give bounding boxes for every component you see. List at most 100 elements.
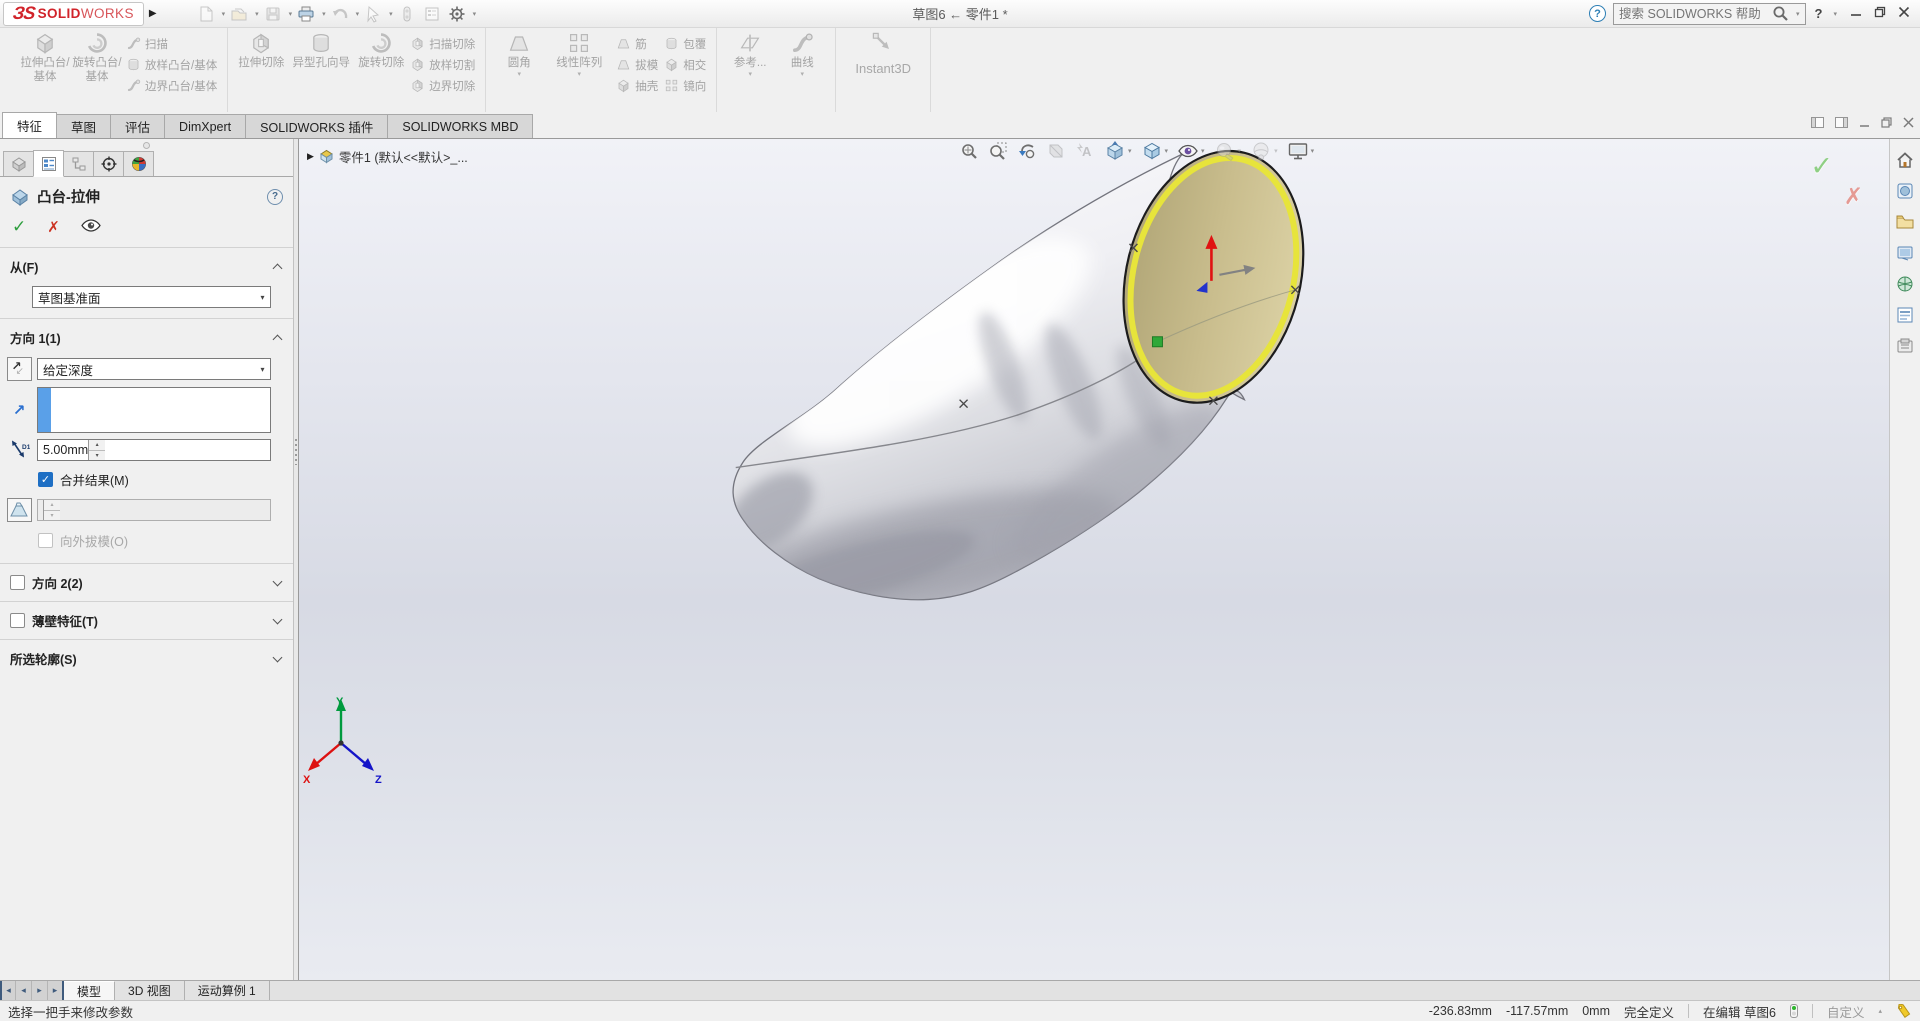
display-style-icon[interactable]: ▾ <box>1141 141 1169 161</box>
tab-mbd[interactable]: SOLIDWORKS MBD <box>387 114 534 138</box>
new-document-caret[interactable]: ▾ <box>222 10 226 18</box>
custom-properties-icon[interactable] <box>1894 335 1916 357</box>
tab-evaluate[interactable]: 评估 <box>110 114 166 138</box>
flyout-expand-icon[interactable]: ▶ <box>307 151 314 162</box>
edit-appearance-icon[interactable]: ▾ <box>1214 141 1242 161</box>
revolved-boss-button[interactable]: 旋转凸台/基体 <box>72 31 122 84</box>
tab-model[interactable]: 模型 <box>64 981 116 1000</box>
linear-pattern-button[interactable]: 线性阵列 ▾ <box>546 31 612 79</box>
swept-cut-button[interactable]: 扫描切除 <box>410 34 475 53</box>
mirror-button[interactable]: 镜向 <box>664 76 706 95</box>
view-palette-icon[interactable] <box>1894 273 1916 295</box>
apply-scene-caret[interactable]: ▾ <box>1274 147 1278 155</box>
confirmation-corner-cancel[interactable]: ✗ <box>1844 183 1863 210</box>
draft-toggle-button[interactable] <box>6 498 32 522</box>
doc-close-icon[interactable] <box>1903 117 1914 128</box>
section-thin-feature[interactable]: 薄壁特征(T) <box>0 602 293 637</box>
new-document-icon[interactable] <box>195 4 217 24</box>
doc-minimize-icon[interactable] <box>1859 117 1870 128</box>
hole-wizard-button[interactable]: 异型孔向导 <box>288 31 354 71</box>
tab-addins[interactable]: SOLIDWORKS 插件 <box>245 114 389 138</box>
home-icon[interactable] <box>1894 149 1916 171</box>
reference-caret[interactable]: ▾ <box>748 71 752 79</box>
spin-up-icon[interactable]: ▴ <box>89 440 106 451</box>
tab-motion-study[interactable]: 运动算例 1 <box>184 981 270 1000</box>
open-icon[interactable] <box>228 4 250 24</box>
tab-dimxpertmanager[interactable] <box>93 151 124 176</box>
from-dropdown[interactable]: 草图基准面 ▾ <box>32 286 271 308</box>
prev-tab-button[interactable]: ◂ <box>16 981 32 1000</box>
document-label[interactable]: 零件1 (默认<<默认>_... <box>339 147 468 166</box>
rebuild-icon[interactable] <box>396 4 418 24</box>
custom-menu-caret[interactable]: ▴ <box>1878 1007 1882 1015</box>
merge-checkbox[interactable]: ✓ <box>38 472 53 487</box>
dynamic-annotation-icon[interactable]: A <box>1075 141 1095 161</box>
tab-featuremanager-tree[interactable] <box>3 151 34 176</box>
undo-caret[interactable]: ▾ <box>356 10 360 18</box>
view-settings-caret[interactable]: ▾ <box>1311 147 1315 155</box>
tag-icon[interactable] <box>1896 1003 1912 1019</box>
save-caret[interactable]: ▾ <box>289 10 293 18</box>
view-settings-icon[interactable]: ▾ <box>1287 141 1315 161</box>
appearances-scenes-icon[interactable] <box>1894 304 1916 326</box>
file-explorer-icon[interactable] <box>1894 242 1916 264</box>
intersect-button[interactable]: 相交 <box>664 55 706 74</box>
edit-appearance-caret[interactable]: ▾ <box>1238 147 1242 155</box>
help-menu-caret[interactable]: ▾ <box>1833 10 1837 18</box>
tab-dimxpert[interactable]: DimXpert <box>164 114 247 138</box>
extruded-cut-button[interactable]: 拉伸切除 <box>236 31 286 71</box>
wrap-button[interactable]: 包覆 <box>664 34 706 53</box>
spin-down-icon[interactable]: ▾ <box>89 450 106 460</box>
minimize-button[interactable] <box>1850 6 1862 21</box>
draft-button[interactable]: 拔模 <box>616 55 658 74</box>
section-selected-contours[interactable]: 所选轮廓(S) <box>0 640 293 675</box>
direction-reference-box[interactable] <box>37 387 271 433</box>
design-library-icon[interactable] <box>1894 211 1916 233</box>
pattern-caret[interactable]: ▾ <box>577 71 581 79</box>
fillet-caret[interactable]: ▾ <box>517 71 521 79</box>
settings-gear-icon[interactable] <box>446 4 468 24</box>
thin-feature-checkbox[interactable] <box>10 613 25 628</box>
instant3d-button[interactable]: Instant3D <box>844 31 922 76</box>
custom-toolbar-menu[interactable]: 自定义 <box>1827 1002 1865 1021</box>
depth-spinner[interactable]: ▴ ▾ <box>88 440 106 460</box>
lofted-cut-button[interactable]: 放样切割 <box>410 55 475 74</box>
display-style-caret[interactable]: ▾ <box>1165 147 1169 155</box>
close-button[interactable] <box>1898 6 1910 21</box>
first-tab-button[interactable]: ◂ <box>0 981 16 1000</box>
pm-help-icon[interactable]: ? <box>267 188 283 205</box>
tab-displaymanager[interactable] <box>123 151 154 176</box>
depth-field[interactable]: 5.00mm ▴ ▾ <box>37 439 271 461</box>
section-direction1[interactable]: 方向 1(1) <box>0 319 293 354</box>
help-menu[interactable]: ? <box>1813 6 1825 21</box>
splitter-grip[interactable] <box>295 439 297 465</box>
zoom-to-fit-icon[interactable] <box>959 141 979 161</box>
boundary-boss-button[interactable]: 边界凸台/基体 <box>126 76 217 95</box>
search-icon[interactable] <box>1772 5 1789 22</box>
end-condition-dropdown[interactable]: 给定深度 ▾ <box>37 358 271 380</box>
lofted-boss-button[interactable]: 放样凸台/基体 <box>126 55 217 74</box>
open-caret[interactable]: ▾ <box>255 10 259 18</box>
hide-show-caret[interactable]: ▾ <box>1201 147 1205 155</box>
tab-propertymanager[interactable] <box>33 150 64 177</box>
reverse-direction-button[interactable]: ↗ ↙ <box>6 357 32 381</box>
revolved-cut-button[interactable]: 旋转切除 <box>356 31 406 71</box>
fillet-button[interactable]: 圆角 ▾ <box>494 31 544 79</box>
preview-eye-button[interactable] <box>81 219 101 235</box>
rib-button[interactable]: 筋 <box>616 34 658 53</box>
undo-icon[interactable] <box>329 4 351 24</box>
panel-collapse-handle[interactable] <box>143 142 150 149</box>
doc-restore-icon[interactable] <box>1881 117 1892 128</box>
save-icon[interactable] <box>262 4 284 24</box>
logo-flyout-icon[interactable]: ▶ <box>149 8 157 19</box>
previous-view-icon[interactable] <box>1017 141 1037 161</box>
feature-tree-flyout[interactable]: ▶ 零件1 (默认<<默认>_... <box>307 147 468 166</box>
doc-pane-right-icon[interactable] <box>1835 117 1848 128</box>
view-orientation-caret[interactable]: ▾ <box>1128 147 1132 155</box>
cancel-button[interactable]: ✗ <box>47 218 60 236</box>
help-circle-icon[interactable]: ? <box>1589 5 1607 22</box>
select-cursor-icon[interactable] <box>362 4 384 24</box>
merge-result-row[interactable]: ✓ 合并结果(M) <box>38 470 281 489</box>
reference-geometry-button[interactable]: 参考... ▾ <box>725 31 775 79</box>
doc-pane-left-icon[interactable] <box>1811 117 1824 128</box>
